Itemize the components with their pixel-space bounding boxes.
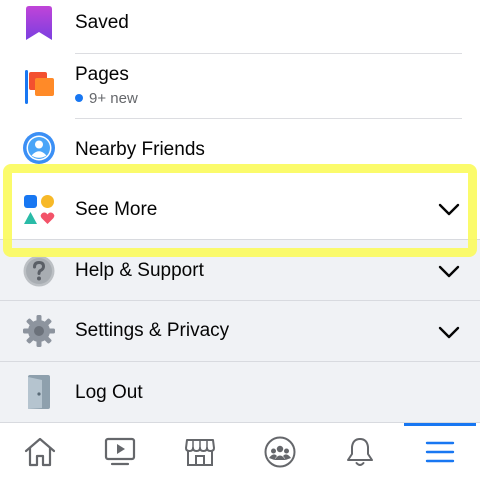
pages-label: Pages [75, 64, 129, 85]
nearby-friends-label: Nearby Friends [75, 139, 205, 160]
menu-item-pages[interactable]: Pages 9+ new [0, 54, 480, 118]
bottom-tab-bar [0, 422, 480, 486]
chevron-down-icon[interactable] [438, 203, 460, 217]
help-support-label: Help & Support [75, 260, 204, 281]
tab-groups[interactable] [240, 423, 320, 481]
question-icon [23, 255, 55, 287]
tab-marketplace[interactable] [160, 423, 240, 481]
tab-menu[interactable] [400, 423, 480, 481]
gear-icon [23, 315, 55, 347]
door-icon [28, 375, 50, 409]
menu-item-help-support[interactable]: Help & Support [0, 240, 480, 300]
bell-icon [347, 438, 373, 466]
groups-icon [264, 436, 296, 468]
pages-badge: 9+ new [75, 90, 138, 107]
tab-home[interactable] [0, 423, 80, 481]
menu-item-see-more[interactable]: See More [0, 179, 480, 239]
bookmark-icon [26, 6, 52, 40]
chevron-down-icon[interactable] [438, 265, 460, 279]
hamburger-icon [425, 441, 455, 463]
new-dot-icon [75, 94, 83, 102]
flag-icon [25, 70, 54, 104]
home-icon [24, 437, 56, 467]
tab-watch[interactable] [80, 423, 160, 481]
nearby-friends-icon [23, 132, 55, 164]
saved-label: Saved [75, 12, 129, 33]
menu-item-log-out[interactable]: Log Out [0, 362, 480, 422]
menu-item-settings-privacy[interactable]: Settings & Privacy [0, 301, 480, 361]
tab-notifications[interactable] [320, 423, 400, 481]
chevron-down-icon[interactable] [438, 326, 460, 340]
video-icon [104, 437, 136, 466]
log-out-label: Log Out [75, 382, 143, 403]
see-more-label: See More [75, 199, 158, 220]
shapes-icon [24, 195, 55, 224]
store-icon [185, 439, 215, 466]
settings-privacy-label: Settings & Privacy [75, 320, 230, 341]
menu-item-nearby-friends[interactable]: Nearby Friends [0, 119, 480, 179]
menu-item-saved[interactable]: Saved [0, 0, 480, 54]
